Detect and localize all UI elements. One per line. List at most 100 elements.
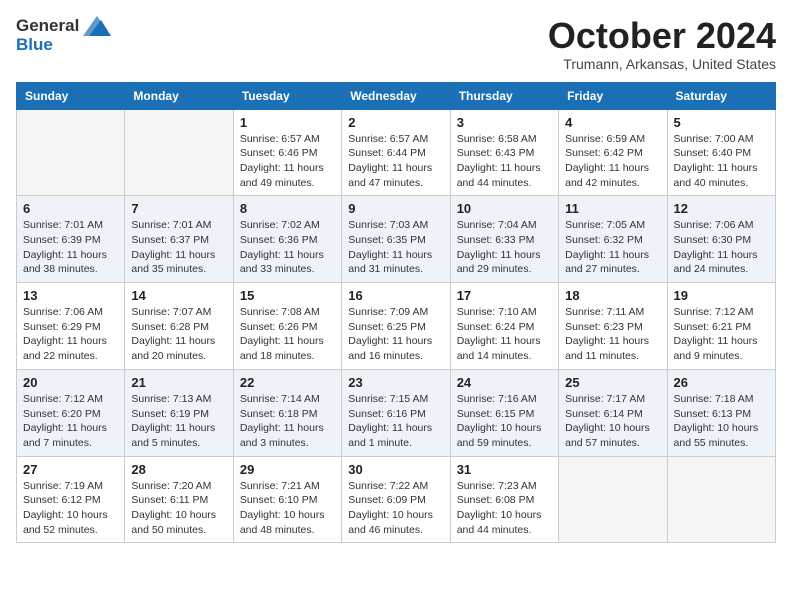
day-info: Sunrise: 7:12 AMSunset: 6:21 PMDaylight:… [674, 305, 769, 364]
calendar-day-cell: 18Sunrise: 7:11 AMSunset: 6:23 PMDayligh… [559, 283, 667, 370]
calendar-day-cell [667, 456, 775, 543]
day-number: 20 [23, 375, 118, 390]
calendar-day-cell: 25 Sunrise: 7:17 AMSunset: 6:14 PMDayligh… [559, 369, 667, 456]
calendar-day-cell: 15 Sunrise: 7:08 AMSunset: 6:26 PMDayligh… [233, 283, 341, 370]
day-info: Sunrise: 7:20 AMSunset: 6:11 PMDaylight:… [131, 479, 226, 538]
day-number: 15 [240, 288, 335, 303]
calendar-week-row: 6 Sunrise: 7:01 AMSunset: 6:39 PMDaylight… [17, 196, 776, 283]
day-number: 19 [674, 288, 769, 303]
day-info: Sunrise: 7:21 AMSunset: 6:10 PMDaylight:… [240, 479, 335, 538]
calendar-day-cell [559, 456, 667, 543]
day-info: Sunrise: 7:10 AMSunset: 6:24 PMDaylight:… [457, 305, 552, 364]
calendar-day-cell: 2 Sunrise: 6:57 AMSunset: 6:44 PMDaylight… [342, 109, 450, 196]
weekday-header-wednesday: Wednesday [342, 82, 450, 109]
day-number: 16 [348, 288, 443, 303]
day-info: Sunrise: 7:09 AMSunset: 6:25 PMDaylight:… [348, 305, 443, 364]
calendar-day-cell: 10 Sunrise: 7:04 AMSunset: 6:33 PMDayligh… [450, 196, 558, 283]
day-info: Sunrise: 6:58 AMSunset: 6:43 PMDaylight:… [457, 132, 552, 191]
weekday-header-friday: Friday [559, 82, 667, 109]
day-number: 24 [457, 375, 552, 390]
day-number: 3 [457, 115, 552, 130]
calendar-day-cell: 9 Sunrise: 7:03 AMSunset: 6:35 PMDaylight… [342, 196, 450, 283]
calendar-day-cell: 23 Sunrise: 7:15 AMSunset: 6:16 PMDayligh… [342, 369, 450, 456]
day-info: Sunrise: 7:23 AMSunset: 6:08 PMDaylight:… [457, 479, 552, 538]
day-info: Sunrise: 7:06 AMSunset: 6:29 PMDaylight:… [23, 305, 118, 364]
logo: General Blue [16, 16, 111, 55]
day-number: 7 [131, 201, 226, 216]
calendar-day-cell: 5 Sunrise: 7:00 AMSunset: 6:40 PMDaylight… [667, 109, 775, 196]
weekday-header-sunday: Sunday [17, 82, 125, 109]
calendar-day-cell: 7 Sunrise: 7:01 AMSunset: 6:37 PMDaylight… [125, 196, 233, 283]
page-header: General Blue October 2024 Trumann, Arkan… [16, 16, 776, 72]
calendar-day-cell: 22 Sunrise: 7:14 AMSunset: 6:18 PMDayligh… [233, 369, 341, 456]
day-number: 6 [23, 201, 118, 216]
day-number: 2 [348, 115, 443, 130]
day-info: Sunrise: 7:01 AMSunset: 6:39 PMDaylight:… [23, 218, 118, 277]
weekday-header-saturday: Saturday [667, 82, 775, 109]
day-number: 12 [674, 201, 769, 216]
day-info: Sunrise: 7:19 AMSunset: 6:12 PMDaylight:… [23, 479, 118, 538]
day-number: 14 [131, 288, 226, 303]
weekday-header-monday: Monday [125, 82, 233, 109]
day-number: 22 [240, 375, 335, 390]
calendar-day-cell: 6 Sunrise: 7:01 AMSunset: 6:39 PMDaylight… [17, 196, 125, 283]
calendar-day-cell: 29Sunrise: 7:21 AMSunset: 6:10 PMDayligh… [233, 456, 341, 543]
calendar-day-cell: 3 Sunrise: 6:58 AMSunset: 6:43 PMDaylight… [450, 109, 558, 196]
calendar-week-row: 13 Sunrise: 7:06 AMSunset: 6:29 PMDayligh… [17, 283, 776, 370]
day-number: 23 [348, 375, 443, 390]
day-number: 21 [131, 375, 226, 390]
calendar-day-cell: 30 Sunrise: 7:22 AMSunset: 6:09 PMDayligh… [342, 456, 450, 543]
location: Trumann, Arkansas, United States [548, 56, 776, 72]
day-info: Sunrise: 6:57 AMSunset: 6:44 PMDaylight:… [348, 132, 443, 191]
day-number: 9 [348, 201, 443, 216]
day-info: Sunrise: 7:06 AMSunset: 6:30 PMDaylight:… [674, 218, 769, 277]
calendar-day-cell: 11Sunrise: 7:05 AMSunset: 6:32 PMDayligh… [559, 196, 667, 283]
day-number: 26 [674, 375, 769, 390]
calendar-day-cell: 21Sunrise: 7:13 AMSunset: 6:19 PMDayligh… [125, 369, 233, 456]
day-number: 1 [240, 115, 335, 130]
calendar-day-cell: 17 Sunrise: 7:10 AMSunset: 6:24 PMDayligh… [450, 283, 558, 370]
calendar-day-cell: 13 Sunrise: 7:06 AMSunset: 6:29 PMDayligh… [17, 283, 125, 370]
title-block: October 2024 Trumann, Arkansas, United S… [548, 16, 776, 72]
logo-icon [83, 16, 111, 36]
day-number: 28 [131, 462, 226, 477]
day-number: 13 [23, 288, 118, 303]
day-number: 25 [565, 375, 660, 390]
day-info: Sunrise: 7:08 AMSunset: 6:26 PMDaylight:… [240, 305, 335, 364]
weekday-header-tuesday: Tuesday [233, 82, 341, 109]
day-info: Sunrise: 6:59 AMSunset: 6:42 PMDaylight:… [565, 132, 660, 191]
calendar-table: SundayMondayTuesdayWednesdayThursdayFrid… [16, 82, 776, 544]
day-info: Sunrise: 7:00 AMSunset: 6:40 PMDaylight:… [674, 132, 769, 191]
calendar-day-cell: 8Sunrise: 7:02 AMSunset: 6:36 PMDaylight… [233, 196, 341, 283]
day-info: Sunrise: 7:01 AMSunset: 6:37 PMDaylight:… [131, 218, 226, 277]
day-info: Sunrise: 7:03 AMSunset: 6:35 PMDaylight:… [348, 218, 443, 277]
calendar-day-cell: 14Sunrise: 7:07 AMSunset: 6:28 PMDayligh… [125, 283, 233, 370]
month-title: October 2024 [548, 16, 776, 56]
day-number: 10 [457, 201, 552, 216]
calendar-day-cell: 20Sunrise: 7:12 AMSunset: 6:20 PMDayligh… [17, 369, 125, 456]
day-info: Sunrise: 7:18 AMSunset: 6:13 PMDaylight:… [674, 392, 769, 451]
calendar-day-cell [17, 109, 125, 196]
calendar-day-cell [125, 109, 233, 196]
day-number: 11 [565, 201, 660, 216]
day-info: Sunrise: 6:57 AMSunset: 6:46 PMDaylight:… [240, 132, 335, 191]
day-number: 27 [23, 462, 118, 477]
calendar-day-cell: 31Sunrise: 7:23 AMSunset: 6:08 PMDayligh… [450, 456, 558, 543]
day-number: 30 [348, 462, 443, 477]
day-number: 5 [674, 115, 769, 130]
day-number: 8 [240, 201, 335, 216]
weekday-header-row: SundayMondayTuesdayWednesdayThursdayFrid… [17, 82, 776, 109]
day-info: Sunrise: 7:14 AMSunset: 6:18 PMDaylight:… [240, 392, 335, 451]
calendar-day-cell: 24 Sunrise: 7:16 AMSunset: 6:15 PMDayligh… [450, 369, 558, 456]
day-info: Sunrise: 7:22 AMSunset: 6:09 PMDaylight:… [348, 479, 443, 538]
day-info: Sunrise: 7:17 AMSunset: 6:14 PMDaylight:… [565, 392, 660, 451]
calendar-day-cell: 1 Sunrise: 6:57 AMSunset: 6:46 PMDaylight… [233, 109, 341, 196]
weekday-header-thursday: Thursday [450, 82, 558, 109]
day-info: Sunrise: 7:15 AMSunset: 6:16 PMDaylight:… [348, 392, 443, 451]
calendar-day-cell: 12 Sunrise: 7:06 AMSunset: 6:30 PMDayligh… [667, 196, 775, 283]
day-info: Sunrise: 7:04 AMSunset: 6:33 PMDaylight:… [457, 218, 552, 277]
calendar-day-cell: 26 Sunrise: 7:18 AMSunset: 6:13 PMDayligh… [667, 369, 775, 456]
calendar-day-cell: 28 Sunrise: 7:20 AMSunset: 6:11 PMDayligh… [125, 456, 233, 543]
day-number: 17 [457, 288, 552, 303]
day-info: Sunrise: 7:16 AMSunset: 6:15 PMDaylight:… [457, 392, 552, 451]
